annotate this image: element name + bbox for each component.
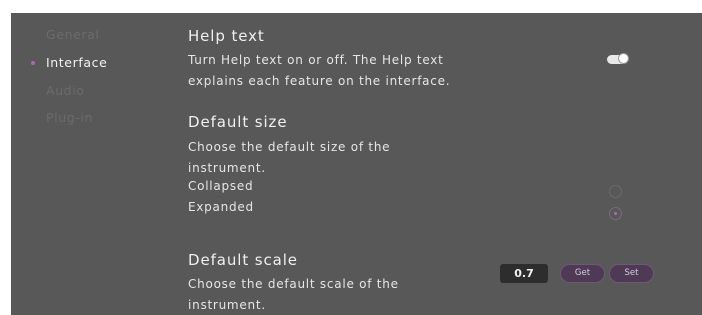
radio-selected-dot-icon <box>614 212 617 215</box>
sidebar-item-label: Plug-in <box>46 110 93 125</box>
sidebar-item-plug-in[interactable]: Plug-in <box>46 110 93 125</box>
sidebar-item-label: General <box>46 27 100 42</box>
expanded-option-label: Expanded <box>188 200 254 214</box>
default-scale-heading: Default scale <box>188 251 298 269</box>
sidebar-item-label: Interface <box>46 55 108 70</box>
help-text-toggle[interactable] <box>607 53 629 64</box>
help-text-heading: Help text <box>188 27 265 45</box>
settings-panel: General Interface Audio Plug-in Help tex… <box>11 13 702 315</box>
get-button[interactable]: Get <box>560 264 605 283</box>
scale-value-field[interactable]: 0.7 <box>500 264 548 283</box>
default-scale-description: Choose the default scale of the instrume… <box>188 277 399 312</box>
default-size-description: Choose the default size of the instrumen… <box>188 140 391 175</box>
sidebar-item-interface[interactable]: Interface <box>31 55 108 70</box>
sidebar-item-audio[interactable]: Audio <box>46 83 85 98</box>
collapsed-option-label: Collapsed <box>188 179 254 193</box>
default-size-heading: Default size <box>188 113 288 131</box>
sidebar-item-general[interactable]: General <box>46 27 99 42</box>
toggle-knob-icon <box>618 53 629 64</box>
active-indicator-icon <box>31 61 35 65</box>
expanded-radio[interactable] <box>609 207 622 220</box>
sidebar-item-label: Audio <box>46 83 85 98</box>
help-text-description: Turn Help text on or off. The Help text … <box>188 53 451 88</box>
set-button[interactable]: Set <box>609 264 654 283</box>
collapsed-radio[interactable] <box>609 185 622 198</box>
